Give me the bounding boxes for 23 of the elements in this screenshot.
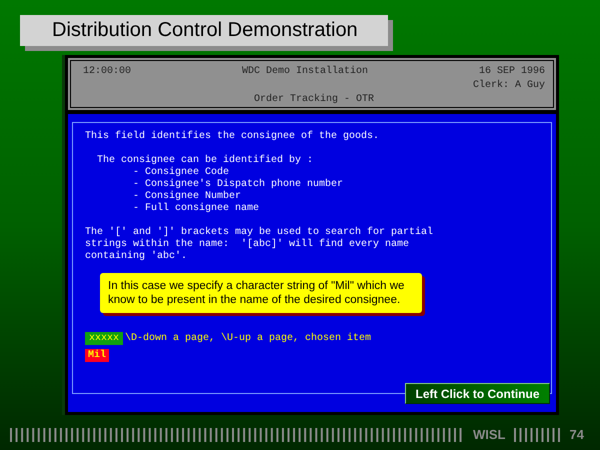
bar-pattern-drawing [514, 428, 562, 442]
input-mask: xxxxx [85, 332, 124, 345]
list-item: - Consignee Number [132, 191, 242, 202]
system-name: WDC Demo Installation [242, 66, 368, 77]
clock-time: 12:00:00 [83, 66, 132, 77]
input-field[interactable]: Mil [85, 349, 110, 362]
callout-note: In this case we specify a character string of "Mil" which we know to be present in the name of the desired consignee. [100, 273, 422, 313]
list-item: - Consignee Code [132, 167, 230, 178]
help-text: The '[' and ']' brackets may be used to search for partial [85, 227, 434, 238]
screen-name: Order Tracking - OTR [254, 94, 374, 105]
page-number: 74 [570, 427, 584, 442]
brand-text: WISL [473, 427, 506, 442]
help-text: This field identifies the consignee of the goods. [85, 131, 380, 143]
clerk-text: Clerk: A Guy [472, 80, 545, 91]
slide-title: Distribution Control Demonstration [20, 15, 388, 46]
help-text: strings within the name: '[abc]' will find every name [85, 239, 410, 250]
date-text: 16 SEP 1996 [478, 66, 545, 77]
continue-button[interactable]: Left Click to Continue [405, 383, 550, 404]
list-item: - Consignee's Dispatch phone number [132, 179, 344, 190]
list-item: - Full consignee name [132, 203, 260, 215]
help-text: containing 'abc'. [85, 251, 188, 263]
help-text: The consignee can be identified by : [96, 155, 314, 166]
key-hint: \D-down a page, \U-up a page, chosen item [124, 333, 372, 344]
